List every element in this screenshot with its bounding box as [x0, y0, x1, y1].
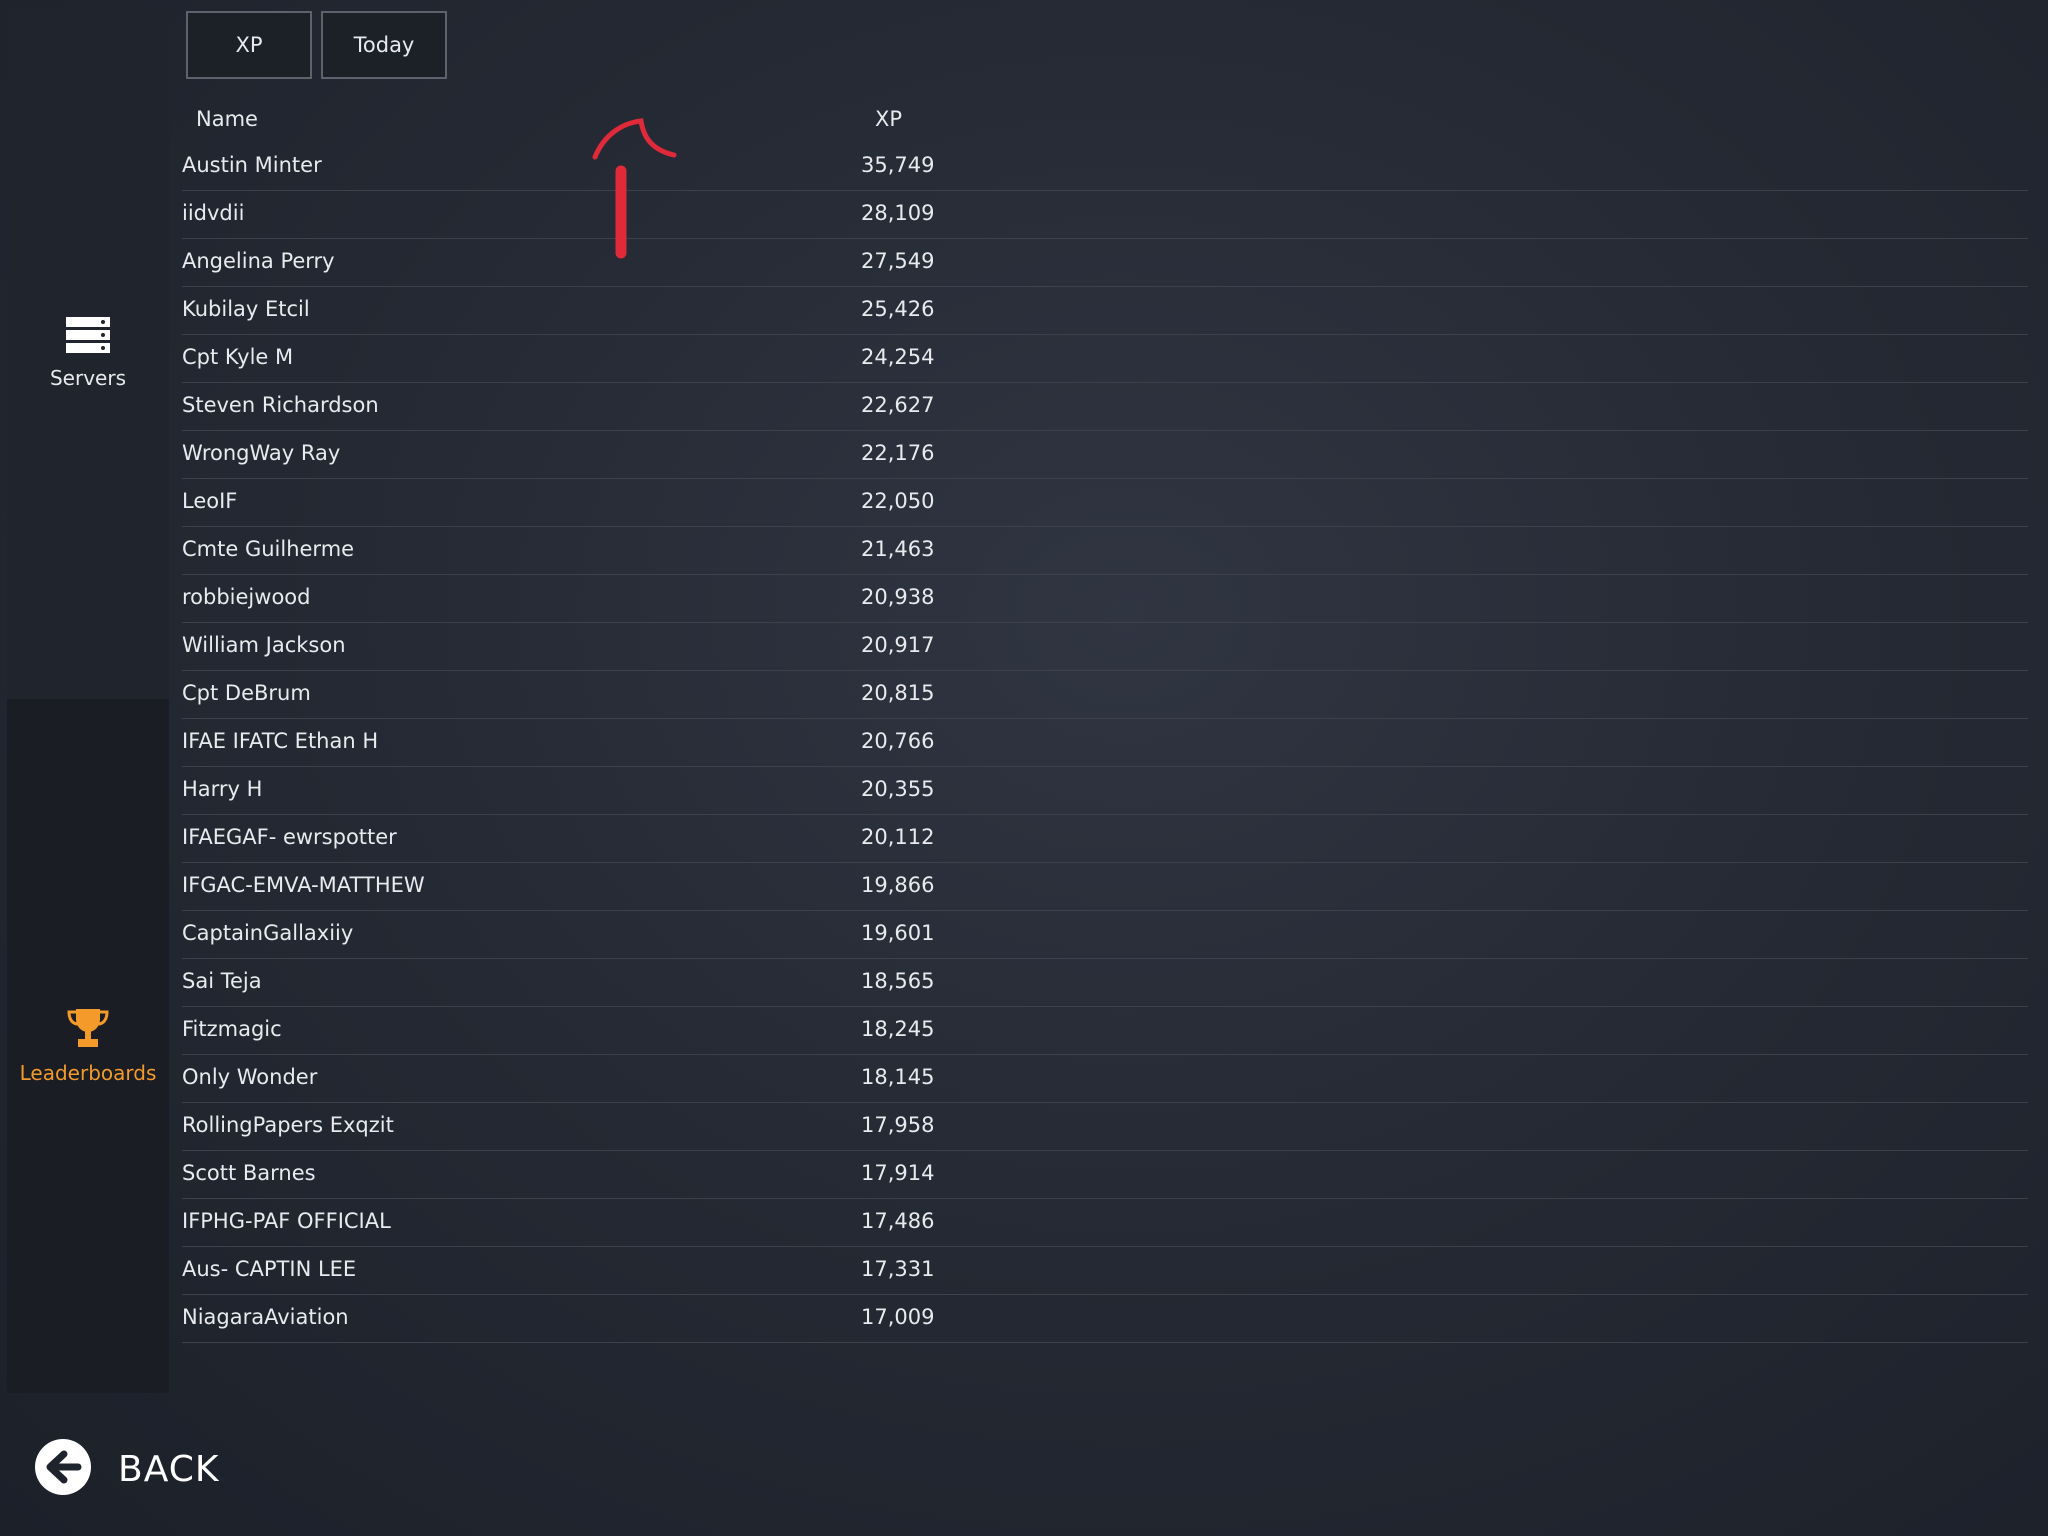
table-row[interactable]: WrongWay Ray 22,176	[182, 431, 2028, 479]
table-row[interactable]: Angelina Perry 27,549	[182, 239, 2028, 287]
player-xp: 19,866	[861, 873, 935, 897]
player-xp: 22,050	[861, 489, 935, 513]
back-button[interactable]: BACK	[34, 1438, 219, 1500]
player-name: Only Wonder	[182, 1065, 318, 1089]
table-row[interactable]: Harry H 20,355	[182, 767, 2028, 815]
back-label: BACK	[118, 1448, 220, 1490]
player-name: Sai Teja	[182, 969, 262, 993]
sidebar-item-leaderboards[interactable]: Leaderboards	[7, 699, 169, 1393]
table-row[interactable]: Only Wonder 18,145	[182, 1055, 2028, 1103]
table-row[interactable]: William Jackson 20,917	[182, 623, 2028, 671]
player-name: Fitzmagic	[182, 1017, 282, 1041]
table-row[interactable]: IFPHG-PAF OFFICIAL 17,486	[182, 1199, 2028, 1247]
player-name: Aus- CAPTIN LEE	[182, 1257, 357, 1281]
metric-filter-button[interactable]: XP	[186, 11, 312, 79]
player-xp: 17,486	[861, 1209, 935, 1233]
period-filter-button[interactable]: Today	[321, 11, 447, 79]
player-xp: 27,549	[861, 249, 935, 273]
table-row[interactable]: Aus- CAPTIN LEE 17,331	[182, 1247, 2028, 1295]
table-row[interactable]: IFAE IFATC Ethan H 20,766	[182, 719, 2028, 767]
player-xp: 18,245	[861, 1017, 935, 1041]
sidebar: Servers Leaderboards	[7, 7, 169, 1393]
player-xp: 24,254	[861, 345, 935, 369]
player-name: William Jackson	[182, 633, 346, 657]
table-row[interactable]: iidvdii 28,109	[182, 191, 2028, 239]
player-xp: 35,749	[861, 153, 935, 177]
player-name: CaptainGallaxiiy	[182, 921, 354, 945]
player-name: Steven Richardson	[182, 393, 379, 417]
player-xp: 21,463	[861, 537, 935, 561]
player-xp: 20,766	[861, 729, 935, 753]
table-row[interactable]: IFAEGAF- ewrspotter 20,112	[182, 815, 2028, 863]
player-xp: 22,176	[861, 441, 935, 465]
player-xp: 20,917	[861, 633, 935, 657]
player-name: robbiejwood	[182, 585, 311, 609]
player-name: Austin Minter	[182, 153, 322, 177]
table-row[interactable]: Steven Richardson 22,627	[182, 383, 2028, 431]
table-row[interactable]: IFGAC-EMVA-MATTHEW 19,866	[182, 863, 2028, 911]
player-name: NiagaraAviation	[182, 1305, 349, 1329]
table-row[interactable]: NiagaraAviation 17,009	[182, 1295, 2028, 1343]
table-row[interactable]: Sai Teja 18,565	[182, 959, 2028, 1007]
player-xp: 20,815	[861, 681, 935, 705]
player-name: Scott Barnes	[182, 1161, 316, 1185]
table-row[interactable]: CaptainGallaxiiy 19,601	[182, 911, 2028, 959]
table-row[interactable]: robbiejwood 20,938	[182, 575, 2028, 623]
player-xp: 18,145	[861, 1065, 935, 1089]
player-name: Cpt DeBrum	[182, 681, 311, 705]
sidebar-item-label: Leaderboards	[19, 1061, 157, 1085]
player-xp: 20,112	[861, 825, 935, 849]
player-name: iidvdii	[182, 201, 245, 225]
table-row[interactable]: Fitzmagic 18,245	[182, 1007, 2028, 1055]
player-xp: 22,627	[861, 393, 935, 417]
player-name: IFPHG-PAF OFFICIAL	[182, 1209, 391, 1233]
player-xp: 18,565	[861, 969, 935, 993]
server-rack-icon	[65, 316, 111, 358]
table-row[interactable]: Scott Barnes 17,914	[182, 1151, 2028, 1199]
player-name: Cmte Guilherme	[182, 537, 355, 561]
player-xp: 17,009	[861, 1305, 935, 1329]
player-name: Angelina Perry	[182, 249, 335, 273]
player-xp: 17,914	[861, 1161, 935, 1185]
table-row[interactable]: Kubilay Etcil 25,426	[182, 287, 2028, 335]
column-header-xp[interactable]: XP	[875, 107, 902, 131]
player-xp: 17,331	[861, 1257, 935, 1281]
player-xp: 17,958	[861, 1113, 935, 1137]
sidebar-item-servers[interactable]: Servers	[7, 7, 169, 699]
player-xp: 20,938	[861, 585, 935, 609]
table-row[interactable]: RollingPapers Exqzit 17,958	[182, 1103, 2028, 1151]
table-row[interactable]: Cpt DeBrum 20,815	[182, 671, 2028, 719]
player-name: Cpt Kyle M	[182, 345, 294, 369]
column-header-name[interactable]: Name	[196, 107, 258, 131]
player-name: LeoIF	[182, 489, 238, 513]
player-name: RollingPapers Exqzit	[182, 1113, 394, 1137]
player-name: IFAEGAF- ewrspotter	[182, 825, 397, 849]
player-xp: 19,601	[861, 921, 935, 945]
trophy-icon	[66, 1007, 110, 1053]
sidebar-item-label: Servers	[49, 366, 126, 390]
table-row[interactable]: Cpt Kyle M 24,254	[182, 335, 2028, 383]
app-screen: Servers Leaderboards XP Today Name XP Au…	[0, 0, 2048, 1536]
player-name: IFAE IFATC Ethan H	[182, 729, 379, 753]
player-name: Kubilay Etcil	[182, 297, 310, 321]
table-row[interactable]: Cmte Guilherme 21,463	[182, 527, 2028, 575]
table-row[interactable]: LeoIF 22,050	[182, 479, 2028, 527]
player-name: WrongWay Ray	[182, 441, 341, 465]
leaderboard-panel: XP Today Name XP Austin Minter 35,749 iidv…	[169, 7, 2042, 1393]
table-row[interactable]: Austin Minter 35,749	[182, 143, 2028, 191]
leaderboard-table: Austin Minter 35,749 iidvdii 28,109 Angelina…	[182, 143, 2028, 1343]
back-arrow-icon	[34, 1438, 92, 1500]
player-xp: 20,355	[861, 777, 935, 801]
player-name: Harry H	[182, 777, 263, 801]
player-xp: 25,426	[861, 297, 935, 321]
player-xp: 28,109	[861, 201, 935, 225]
player-name: IFGAC-EMVA-MATTHEW	[182, 873, 425, 897]
